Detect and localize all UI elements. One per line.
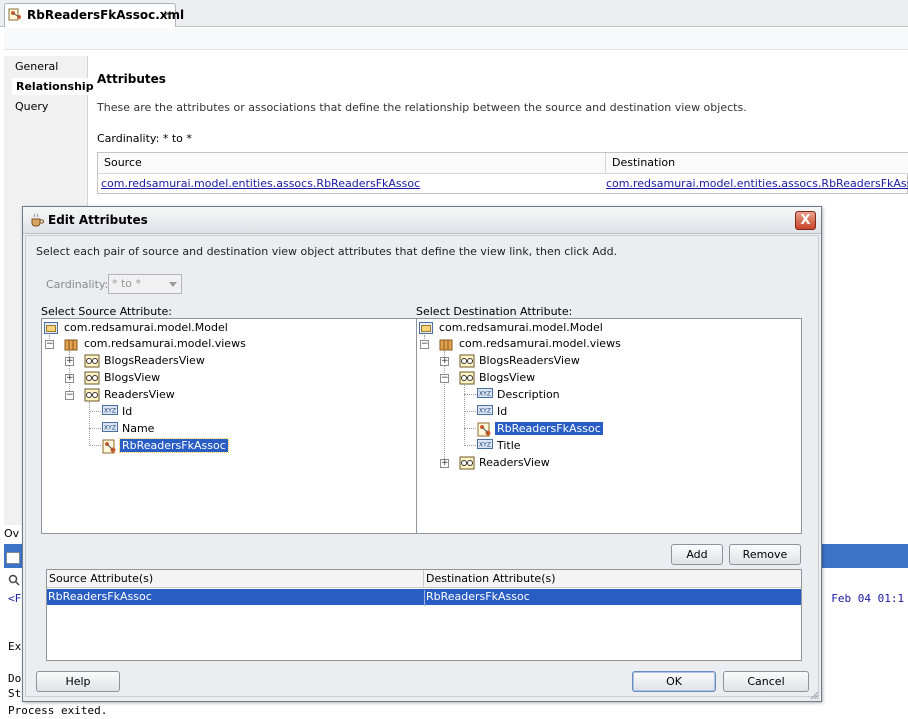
log-line-st: St <box>8 687 22 700</box>
source-attribute-label: Select Source Attribute: <box>41 305 172 318</box>
destination-column-header[interactable]: Destination <box>606 153 908 174</box>
log-line-date: : Feb 04 01:1 <box>818 592 905 605</box>
destination-attributes-header[interactable]: Destination Attribute(s) <box>424 570 801 588</box>
close-dialog-button[interactable]: X <box>795 211 816 230</box>
view-link-icon <box>8 7 24 26</box>
source-assoc-link[interactable]: com.redsamurai.model.entities.assocs.RbR… <box>98 175 606 194</box>
collapse-icon[interactable]: − <box>45 340 54 349</box>
nav-item-general[interactable]: General <box>15 60 58 73</box>
attribute-icon: XYZ <box>477 439 493 452</box>
destination-attribute-label: Select Destination Attribute: <box>416 305 573 318</box>
add-button[interactable]: Add <box>671 544 723 565</box>
source-attribute-tree[interactable]: com.redsamurai.model.Model − com.redsamu… <box>41 318 427 534</box>
ok-button[interactable]: OK <box>632 671 716 692</box>
view-object-icon <box>459 456 475 473</box>
search-icon[interactable] <box>8 574 20 589</box>
edit-attributes-dialog: Edit Attributes X Select each pair of so… <box>22 206 822 702</box>
cardinality-label: Cardinality: <box>46 278 109 291</box>
dialog-instructions: Select each pair of source and destinati… <box>36 245 618 258</box>
editor-tab-rbreadersfkassoc[interactable]: RbReadersFkAssoc.xml × <box>4 3 184 27</box>
cancel-button[interactable]: Cancel <box>723 671 809 692</box>
svg-text:XYZ: XYZ <box>479 391 491 398</box>
nav-item-relationship[interactable]: Relationship <box>12 78 94 95</box>
attribute-icon: XYZ <box>102 422 118 435</box>
section-title: Attributes <box>97 72 166 86</box>
dialog-titlebar[interactable]: Edit Attributes X <box>23 207 821 234</box>
attribute-icon: XYZ <box>477 388 493 401</box>
destination-attribute-tree[interactable]: com.redsamurai.model.Model − com.redsamu… <box>416 318 802 534</box>
svg-text:XYZ: XYZ <box>104 408 116 415</box>
close-tab-icon[interactable]: × <box>163 7 172 20</box>
view-object-icon <box>84 371 100 388</box>
pair-destination-cell: RbReadersFkAssoc <box>424 590 530 606</box>
editor-toolbar <box>4 28 908 50</box>
section-description: These are the attributes or associations… <box>97 101 747 114</box>
coffee-cup-icon <box>29 212 45 231</box>
view-object-icon <box>459 354 475 371</box>
association-icon <box>102 439 118 458</box>
editor-tab-title: RbReadersFkAssoc.xml <box>27 8 185 22</box>
project-folder-icon <box>44 321 58 337</box>
expand-icon[interactable]: + <box>65 374 74 383</box>
table-row[interactable]: RbReadersFkAssoc RbReadersFkAssoc <box>47 589 801 606</box>
chevron-down-icon <box>169 282 177 287</box>
view-object-icon <box>84 354 100 371</box>
remove-button[interactable]: Remove <box>729 544 801 565</box>
svg-text:XYZ: XYZ <box>104 425 116 432</box>
view-object-icon <box>459 371 475 388</box>
collapse-icon[interactable]: − <box>420 340 429 349</box>
project-folder-icon <box>419 321 433 337</box>
attribute-pairs-table[interactable]: Source Attribute(s) Destination Attribut… <box>46 569 802 661</box>
association-table: Source Destination com.redsamurai.model.… <box>97 152 908 194</box>
cardinality-text: Cardinality: * to * <box>97 132 192 145</box>
collapse-icon[interactable]: − <box>65 391 74 400</box>
cardinality-value: * to * <box>112 277 142 290</box>
log-page-icon[interactable] <box>6 552 20 564</box>
svg-text:XYZ: XYZ <box>479 442 491 449</box>
view-object-icon <box>84 388 100 405</box>
expand-icon[interactable]: + <box>440 357 449 366</box>
cardinality-combo: * to * <box>108 274 182 294</box>
resize-grip-icon[interactable] <box>809 690 819 700</box>
expand-icon[interactable]: + <box>440 459 449 468</box>
overview-tab-fragment[interactable]: Ov <box>4 527 19 540</box>
log-line-do: Do <box>8 672 22 685</box>
source-column-header[interactable]: Source <box>98 153 606 174</box>
nav-item-query[interactable]: Query <box>15 100 48 113</box>
package-icon <box>64 337 78 354</box>
help-button[interactable]: Help <box>36 671 120 692</box>
collapse-icon[interactable]: − <box>440 374 449 383</box>
expand-icon[interactable]: + <box>65 357 74 366</box>
log-line-process-exited: Process exited. <box>8 704 108 717</box>
source-attributes-header[interactable]: Source Attribute(s) <box>47 570 424 588</box>
pair-source-cell: RbReadersFkAssoc <box>48 590 152 603</box>
attribute-icon: XYZ <box>102 405 118 418</box>
attribute-icon: XYZ <box>477 405 493 418</box>
dialog-title: Edit Attributes <box>48 213 148 227</box>
log-line-f: <F <box>8 592 22 605</box>
svg-text:XYZ: XYZ <box>479 408 491 415</box>
package-icon <box>439 337 453 354</box>
destination-assoc-link[interactable]: com.redsamurai.model.entities.assocs.RbR… <box>603 175 908 194</box>
log-line-ex: Ex <box>8 640 22 653</box>
